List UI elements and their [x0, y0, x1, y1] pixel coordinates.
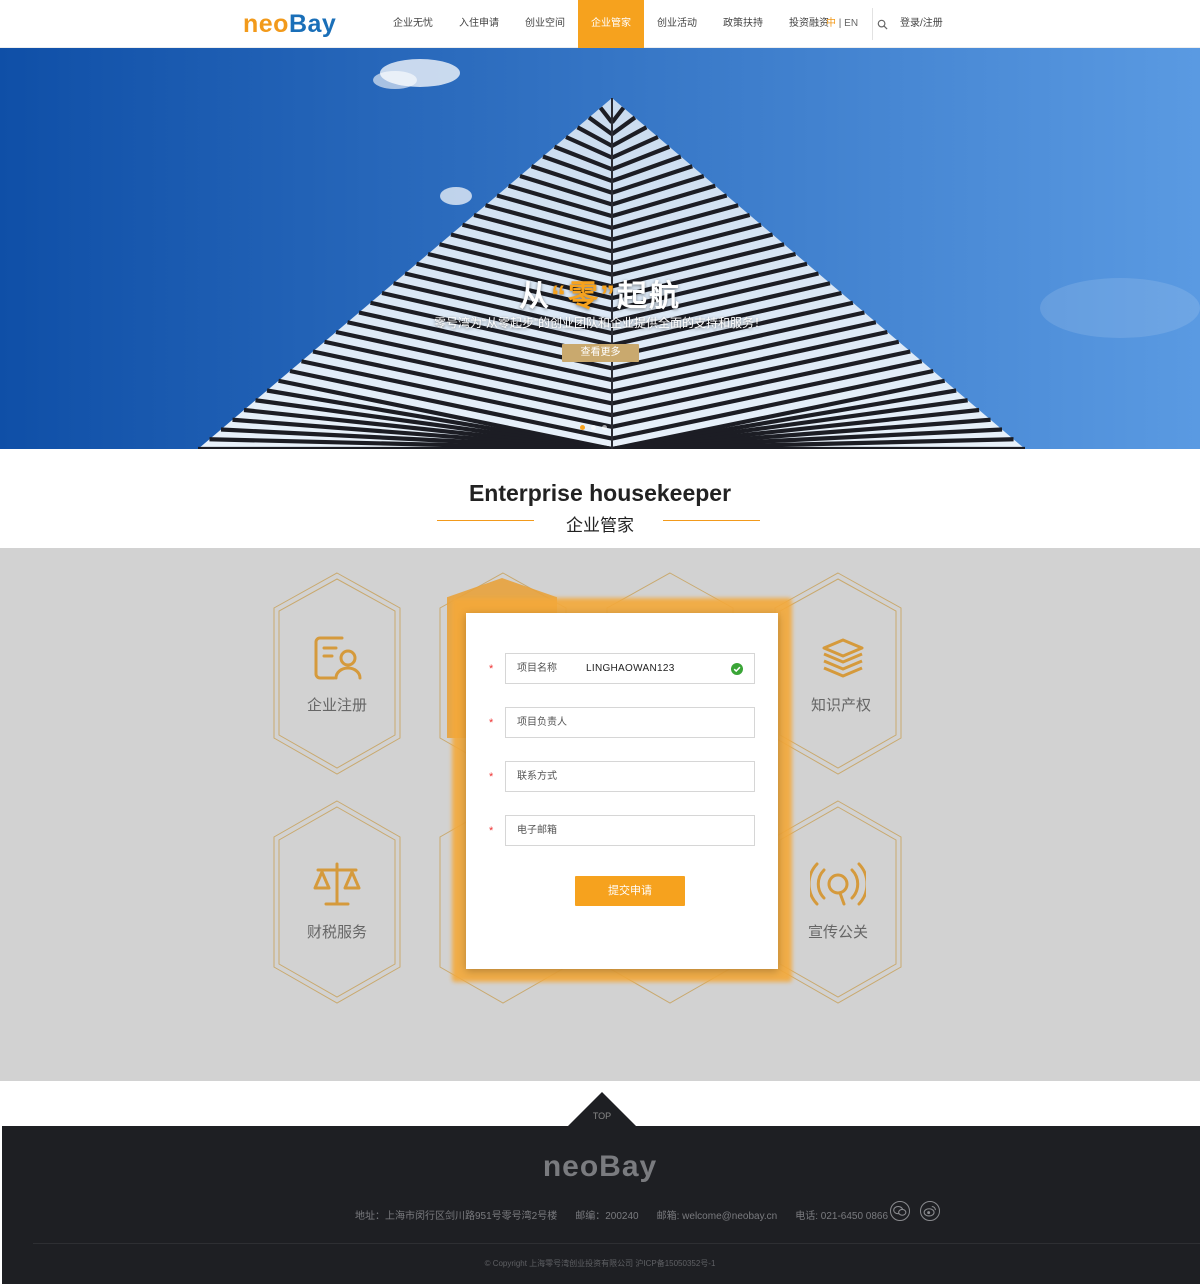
weibo-icon[interactable]: [920, 1201, 940, 1221]
section-title-zh: 企业管家: [566, 516, 634, 535]
menu-item-space[interactable]: 创业空间: [512, 0, 578, 48]
submit-button[interactable]: 提交申请: [575, 876, 685, 906]
hero-title-post: 起航: [617, 280, 681, 313]
hero-title: 从“零”起航: [0, 271, 1200, 315]
menu-item-policy[interactable]: 政策扶持: [710, 0, 776, 48]
copyright: © Copyright 上海零号湾创业投资有限公司 沪ICP备15050352号…: [484, 1259, 716, 1268]
required-mark: *: [489, 771, 494, 783]
books-icon: [822, 638, 864, 678]
login-register-link[interactable]: 登录/注册: [900, 0, 943, 48]
project-leader-input[interactable]: [586, 714, 736, 731]
check-icon: [731, 663, 743, 675]
menu-item-apply[interactable]: 入住申请: [446, 0, 512, 48]
email-input[interactable]: [586, 822, 736, 839]
required-mark: *: [489, 825, 494, 837]
project-name-field[interactable]: 项目名称 LINGHAOWAN123: [505, 653, 755, 684]
application-form: * 项目名称 LINGHAOWAN123 * 项目负责人 * 联系方式 * 电子…: [466, 613, 778, 969]
service-label-pr[interactable]: 宣传公关: [773, 921, 903, 942]
logo[interactable]: neoBay: [243, 10, 336, 39]
hero-title-highlight: “零”: [551, 280, 617, 313]
scale-icon: [313, 862, 361, 906]
field-label: 联系方式: [517, 771, 557, 782]
service-label-tax[interactable]: 财税服务: [272, 921, 402, 942]
view-more-button[interactable]: 查看更多: [562, 344, 639, 362]
logo-neo: neo: [243, 10, 289, 38]
broadcast-icon: [810, 862, 866, 906]
footer-email[interactable]: 邮箱: welcome@neobay.cn: [657, 1207, 778, 1222]
building-image: [0, 48, 1200, 449]
carousel-dot-2[interactable]: [591, 425, 596, 430]
email-field[interactable]: 电子邮箱: [505, 815, 755, 846]
top-navbar: neoBay 企业无忧 入住申请 创业空间 企业管家 创业活动 政策扶持 投资融…: [0, 0, 1200, 48]
nav-divider: [872, 8, 873, 40]
language-switch: 中 | EN: [826, 0, 858, 48]
logo-bay: Bay: [288, 10, 337, 38]
field-label: 电子邮箱: [517, 825, 557, 836]
service-label-registration[interactable]: 企业注册: [272, 694, 402, 715]
menu-item-housekeeper[interactable]: 企业管家: [578, 0, 644, 48]
project-leader-field[interactable]: 项目负责人: [505, 707, 755, 738]
registration-icon: [314, 636, 362, 680]
lang-en[interactable]: EN: [844, 18, 858, 29]
search-icon[interactable]: [877, 19, 888, 30]
footer-address: 地址：上海市闵行区剑川路951号零号湾2号楼: [355, 1211, 558, 1222]
section-line-right: [663, 520, 760, 521]
carousel-dot-3[interactable]: [602, 425, 607, 430]
required-mark: *: [489, 663, 494, 675]
project-name-value[interactable]: LINGHAOWAN123: [586, 654, 675, 683]
contact-field[interactable]: 联系方式: [505, 761, 755, 792]
back-to-top-tab[interactable]: [567, 1092, 637, 1127]
main-menu: 企业无忧 入住申请 创业空间 企业管家 创业活动 政策扶持 投资融资: [380, 0, 842, 48]
hero-subtitle: 零号湾为“从零起步”的创业团队和企业提供全面的支持和服务！: [434, 316, 766, 330]
footer-logo: neoBay: [542, 1150, 658, 1183]
footer-phone: 电话: 021-6450 0866: [795, 1211, 889, 1222]
footer-postcode: 邮编：200240: [575, 1211, 639, 1222]
wechat-icon[interactable]: [890, 1201, 910, 1221]
carousel-dot-1[interactable]: [580, 425, 585, 430]
service-label-ip[interactable]: 知识产权: [776, 694, 906, 715]
footer-contact-info: 地址：上海市闵行区剑川路951号零号湾2号楼 邮编：200240 邮箱: wel…: [355, 1207, 888, 1222]
footer-divider: [33, 1243, 1200, 1244]
contact-input[interactable]: [586, 768, 736, 785]
field-label: 项目名称: [517, 663, 557, 674]
hero-title-pre: 从: [519, 280, 551, 313]
menu-item-worry-free[interactable]: 企业无忧: [380, 0, 446, 48]
lang-zh[interactable]: 中: [826, 18, 836, 29]
back-to-top-label[interactable]: TOP: [567, 1111, 637, 1121]
hero-banner: 从“零”起航 零号湾为“从零起步”的创业团队和企业提供全面的支持和服务！ 查看更…: [0, 48, 1200, 449]
carousel-dots: [580, 425, 607, 430]
field-label: 项目负责人: [517, 717, 567, 728]
section-title-en: Enterprise housekeeper: [468, 480, 732, 506]
required-mark: *: [489, 717, 494, 729]
lang-separator: |: [836, 18, 845, 29]
menu-item-events[interactable]: 创业活动: [644, 0, 710, 48]
